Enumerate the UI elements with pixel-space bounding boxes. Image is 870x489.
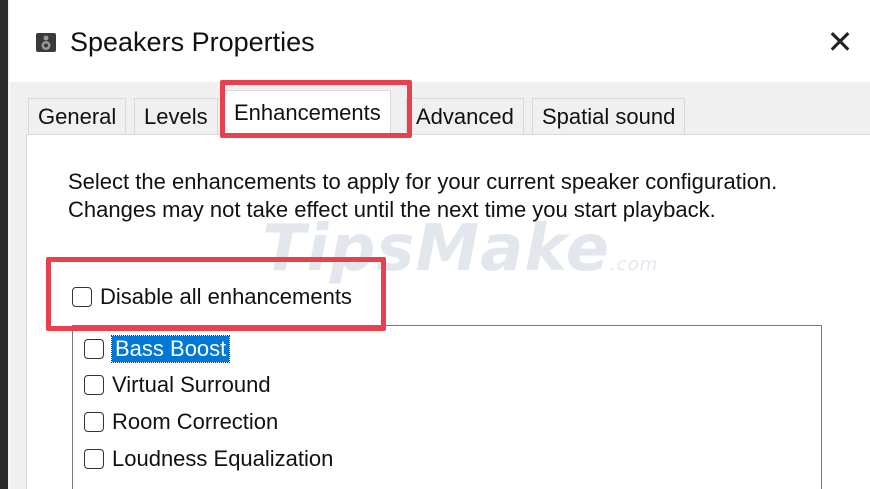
checkbox-box[interactable]: [84, 339, 104, 359]
window-left-edge: [0, 0, 10, 489]
tab-enhancements[interactable]: Enhancements: [224, 90, 391, 136]
list-item-bass-boost[interactable]: Bass Boost: [84, 335, 231, 363]
disable-all-enhancements-label: Disable all enhancements: [100, 284, 352, 309]
list-item-virtual-surround[interactable]: Virtual Surround: [84, 372, 271, 398]
list-item-label: Virtual Surround: [112, 372, 271, 397]
speakers-properties-window: Speakers Properties ✕ General Levels Enh…: [0, 0, 870, 489]
checkbox-box[interactable]: [72, 287, 92, 307]
title-bar[interactable]: Speakers Properties ✕: [10, 0, 870, 82]
checkbox-box[interactable]: [84, 375, 104, 395]
list-item-room-correction[interactable]: Room Correction: [84, 409, 278, 435]
checkbox-box[interactable]: [84, 412, 104, 432]
list-item-label: Room Correction: [112, 409, 279, 434]
disable-all-enhancements-checkbox[interactable]: Disable all enhancements: [72, 284, 352, 310]
enhancements-description: Select the enhancements to apply for you…: [68, 169, 778, 222]
tab-advanced[interactable]: Advanced: [406, 98, 524, 134]
list-item-label: Bass Boost: [110, 335, 231, 363]
window-title: Speakers Properties: [70, 27, 315, 57]
close-icon: ✕: [826, 24, 854, 60]
tab-levels[interactable]: Levels: [134, 98, 218, 134]
close-button[interactable]: ✕: [820, 22, 860, 62]
list-item-label: Loudness Equalization: [112, 446, 334, 471]
list-item-loudness-equalization[interactable]: Loudness Equalization: [84, 446, 333, 472]
tab-general[interactable]: General: [28, 98, 127, 134]
tab-spatial-sound[interactable]: Spatial sound: [532, 98, 686, 134]
checkbox-box[interactable]: [84, 449, 104, 469]
speaker-icon: [36, 33, 56, 52]
